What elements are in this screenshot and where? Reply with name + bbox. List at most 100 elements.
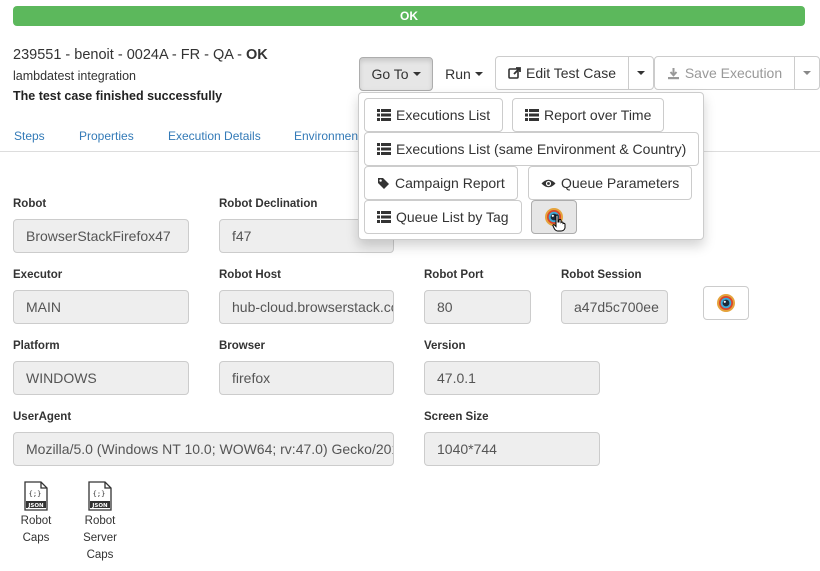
robot-port-field[interactable]: 80 <box>424 290 531 324</box>
screen-size-label: Screen Size <box>424 411 489 423</box>
eye-icon <box>541 178 556 189</box>
robot-host-field[interactable]: hub-cloud.browserstack.com <box>219 290 394 324</box>
robot-port-value: 80 <box>437 299 453 315</box>
svg-text:{;}: {;} <box>29 490 42 498</box>
platform-label: Platform <box>13 340 60 352</box>
useragent-value: Mozilla/5.0 (Windows NT 10.0; WOW64; rv:… <box>26 441 393 457</box>
robot-label: Robot <box>13 198 47 210</box>
title-separator: - <box>233 47 246 63</box>
tab-properties[interactable]: Properties <box>79 129 134 143</box>
execution-description: lambdatest integration <box>13 69 136 83</box>
execution-result: OK <box>246 47 268 63</box>
browser-label: Browser <box>219 340 266 352</box>
save-label: Save Execution <box>684 65 783 81</box>
goto-dropdown-menu: Executions List Report over Time Executi… <box>358 92 704 240</box>
title-separator: - <box>167 47 181 63</box>
run-label: Run <box>445 66 471 82</box>
executions-list-same-button[interactable]: Executions List (same Environment & Coun… <box>364 132 700 166</box>
robot-session-value: a47d5c700ee <box>574 299 659 315</box>
external-edit-icon <box>508 66 522 80</box>
robot-host-label: Robot Host <box>219 269 281 281</box>
executor-value: MAIN <box>26 299 61 315</box>
robot-value: BrowserStackFirefox47 <box>26 228 171 244</box>
robot-server-caps-line3: Caps <box>86 549 114 561</box>
campaign-report-label: Campaign Report <box>395 175 505 191</box>
robot-session-field[interactable]: a47d5c700ee <box>561 290 668 324</box>
download-icon <box>667 67 680 80</box>
execution-code: 0024A <box>126 47 168 63</box>
robot-host-value: hub-cloud.browserstack.com <box>232 299 394 315</box>
executions-list-button[interactable]: Executions List <box>364 98 504 132</box>
campaign-report-button[interactable]: Campaign Report <box>364 166 518 200</box>
version-value: 47.0.1 <box>437 370 476 386</box>
robot-caps-line1: Robot <box>20 515 52 527</box>
caret-down-icon <box>803 71 811 75</box>
hand-cursor-icon <box>552 214 566 232</box>
robot-declination-label: Robot Declination <box>219 198 318 210</box>
caret-down-icon <box>637 71 645 75</box>
robot-server-caps-line2: Server <box>83 532 117 544</box>
executor-label: Executor <box>13 269 63 281</box>
execution-country: FR <box>180 47 201 63</box>
robot-caps-button[interactable]: {;} JSON Robot Caps <box>16 481 56 547</box>
execution-id: 239551 <box>13 47 62 63</box>
screen-size-field[interactable]: 1040*744 <box>424 432 600 466</box>
list-icon <box>377 143 391 155</box>
tab-execution-details[interactable]: Execution Details <box>168 129 261 143</box>
json-file-icon: {;} JSON <box>24 481 48 511</box>
browser-field[interactable]: firefox <box>219 361 394 395</box>
tab-steps[interactable]: Steps <box>14 129 45 143</box>
useragent-field[interactable]: Mozilla/5.0 (Windows NT 10.0; WOW64; rv:… <box>13 432 394 466</box>
list-icon <box>377 109 391 121</box>
edit-dropdown-toggle[interactable] <box>628 56 654 90</box>
title-separator: - <box>200 47 213 63</box>
title-separator: - <box>113 47 127 63</box>
caret-down-icon <box>412 72 421 76</box>
run-button[interactable]: Run <box>436 57 492 91</box>
robot-port-label: Robot Port <box>424 269 484 281</box>
list-icon <box>377 211 391 223</box>
queue-list-by-tag-button[interactable]: Queue List by Tag <box>364 200 522 234</box>
save-dropdown-toggle[interactable] <box>794 56 820 90</box>
browserstack-icon <box>716 293 736 313</box>
browserstack-session-button[interactable] <box>531 200 577 234</box>
useragent-label: UserAgent <box>13 411 72 423</box>
version-label: Version <box>424 340 466 352</box>
goto-button[interactable]: Go To <box>359 57 433 91</box>
platform-field[interactable]: WINDOWS <box>13 361 189 395</box>
status-bar: OK <box>13 6 805 26</box>
queue-parameters-button[interactable]: Queue Parameters <box>528 166 693 200</box>
tab-environment[interactable]: Environment <box>294 129 361 143</box>
edit-test-case-button[interactable]: Edit Test Case <box>495 56 629 90</box>
report-over-time-button[interactable]: Report over Time <box>512 98 665 132</box>
list-icon <box>525 109 539 121</box>
svg-text:JSON: JSON <box>27 503 44 509</box>
screen-size-value: 1040*744 <box>437 441 497 457</box>
executions-list-label: Executions List <box>396 107 491 123</box>
version-field[interactable]: 47.0.1 <box>424 361 600 395</box>
robot-caps-line2: Caps <box>22 532 50 544</box>
robot-session-browserstack-button[interactable] <box>703 286 749 320</box>
queue-list-by-tag-label: Queue List by Tag <box>396 209 509 225</box>
svg-text:JSON: JSON <box>91 503 108 509</box>
tag-icon <box>377 177 390 190</box>
robot-session-label: Robot Session <box>561 269 642 281</box>
caret-down-icon <box>474 72 483 76</box>
executor-field[interactable]: MAIN <box>13 290 189 324</box>
execution-title: 239551 - benoit - 0024A - FR - QA - OK <box>13 47 268 63</box>
save-execution-button[interactable]: Save Execution <box>654 56 795 90</box>
execution-env: QA <box>212 47 234 63</box>
queue-parameters-label: Queue Parameters <box>561 175 680 191</box>
robot-server-caps-line1: Robot <box>84 515 116 527</box>
robot-declination-value: f47 <box>232 228 252 244</box>
browser-value: firefox <box>232 370 271 386</box>
report-over-time-label: Report over Time <box>544 107 652 123</box>
platform-value: WINDOWS <box>26 370 97 386</box>
svg-text:{;}: {;} <box>93 490 106 498</box>
goto-label: Go To <box>371 66 409 82</box>
edit-label: Edit Test Case <box>525 65 616 81</box>
execution-user: benoit <box>74 47 114 63</box>
execution-message: The test case finished successfully <box>13 89 223 103</box>
robot-field[interactable]: BrowserStackFirefox47 <box>13 219 189 253</box>
robot-server-caps-button[interactable]: {;} JSON Robot Server Caps <box>80 481 120 564</box>
